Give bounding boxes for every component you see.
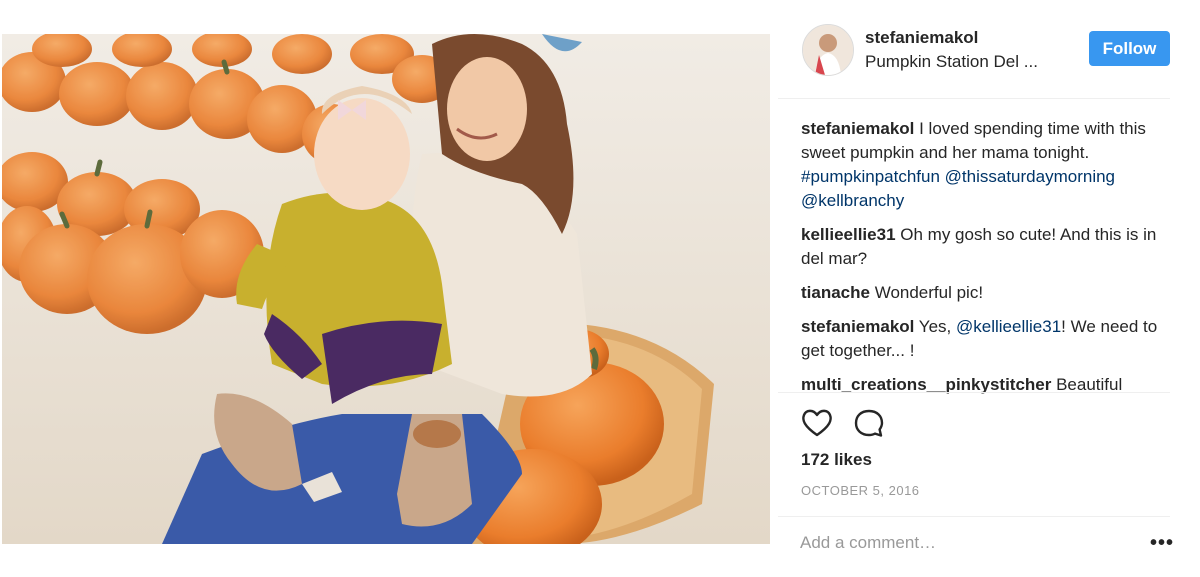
comment-item: stefaniemakol Yes, @kellieellie31! We ne… (801, 315, 1161, 363)
post-header: stefaniemakol Pumpkin Station Del ... Fo… (778, 0, 1170, 99)
comment-link[interactable]: @kellieellie31 (956, 317, 1061, 336)
comment-item: tianache Wonderful pic! (801, 281, 1161, 305)
more-options-icon[interactable]: ••• (1150, 532, 1174, 555)
comment-text: Wonderful pic! (869, 283, 984, 302)
avatar[interactable] (802, 24, 854, 76)
follow-button[interactable]: Follow (1089, 31, 1170, 66)
post-photo-image (2, 34, 770, 544)
comment-text: Yes, (914, 317, 956, 336)
comment-item: multi_creations__pinkystitcher Beautiful (801, 373, 1161, 397)
post-location[interactable]: Pumpkin Station Del ... (865, 52, 1038, 72)
comment-username[interactable]: kellieellie31 (801, 225, 896, 244)
comment-item: stefaniemakol I loved spending time with… (801, 117, 1161, 213)
comment-username[interactable]: stefaniemakol (801, 119, 914, 138)
post-author-username[interactable]: stefaniemakol (865, 28, 978, 48)
post-photo[interactable] (2, 34, 770, 544)
comment-item: kellieellie31 Oh my gosh so cute! And th… (801, 223, 1161, 271)
divider (778, 392, 1170, 393)
avatar-image (803, 25, 853, 75)
comment-bubble-icon[interactable] (852, 406, 886, 440)
post-photo-area (0, 0, 778, 577)
add-comment-input[interactable] (800, 528, 1120, 558)
post-date[interactable]: OCTOBER 5, 2016 (801, 483, 920, 498)
likes-count[interactable]: 172 likes (801, 450, 872, 470)
heart-icon[interactable] (800, 406, 834, 440)
comment-username[interactable]: tianache (801, 283, 870, 302)
comment-link[interactable]: @kellbranchy (801, 191, 904, 210)
comment-link[interactable]: @thissaturdaymorning (945, 167, 1115, 186)
comments-list: stefaniemakol I loved spending time with… (801, 117, 1161, 407)
comment-link[interactable]: #pumpkinpatchfun (801, 167, 940, 186)
post-side-panel: stefaniemakol Pumpkin Station Del ... Fo… (778, 0, 1200, 577)
divider (778, 516, 1170, 517)
comment-username[interactable]: stefaniemakol (801, 317, 914, 336)
